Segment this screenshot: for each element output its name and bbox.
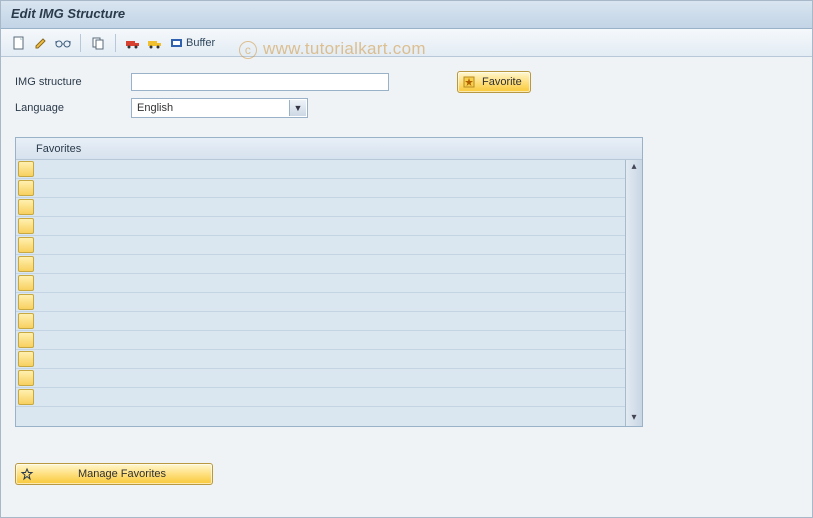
table-row xyxy=(16,160,625,179)
application-toolbar: Buffer xyxy=(1,29,812,57)
row-selector[interactable] xyxy=(18,389,34,405)
row-selector[interactable] xyxy=(18,218,34,234)
favorite-button-label: Favorite xyxy=(482,76,522,88)
favorite-button[interactable]: Favorite xyxy=(457,71,531,93)
row-selector[interactable] xyxy=(18,199,34,215)
row-selector[interactable] xyxy=(18,332,34,348)
row-selector[interactable] xyxy=(18,313,34,329)
img-structure-input[interactable] xyxy=(131,73,389,91)
toolbar-separator xyxy=(115,34,116,52)
buffer-label: Buffer xyxy=(184,37,215,49)
glasses-icon[interactable] xyxy=(53,33,73,53)
toolbar-separator xyxy=(80,34,81,52)
transport-red-icon[interactable] xyxy=(123,33,143,53)
favorites-scrollbar[interactable]: ▴ ▾ xyxy=(625,160,642,426)
dropdown-arrow-icon: ▼ xyxy=(289,100,306,116)
row-selector[interactable] xyxy=(18,180,34,196)
row-selector[interactable] xyxy=(18,256,34,272)
table-row xyxy=(16,312,625,331)
row-selector[interactable] xyxy=(18,370,34,386)
table-row xyxy=(16,293,625,312)
form-area: IMG structure Favorite Language English … xyxy=(1,57,812,129)
language-select[interactable]: English ▼ xyxy=(131,98,308,118)
favorites-header: Favorites xyxy=(16,138,642,160)
table-row xyxy=(16,236,625,255)
language-label: Language xyxy=(15,102,131,114)
window-title: Edit IMG Structure xyxy=(1,1,812,29)
manage-favorites-button[interactable]: Manage Favorites xyxy=(15,463,213,485)
scroll-up-icon[interactable]: ▴ xyxy=(627,160,642,175)
copy-icon[interactable] xyxy=(88,33,108,53)
scroll-down-icon[interactable]: ▾ xyxy=(627,411,642,426)
favorites-list xyxy=(16,160,625,426)
row-selector[interactable] xyxy=(18,237,34,253)
row-selector[interactable] xyxy=(18,161,34,177)
table-row xyxy=(16,274,625,293)
table-row xyxy=(16,198,625,217)
transport-yellow-icon[interactable] xyxy=(145,33,165,53)
pencil-icon[interactable] xyxy=(31,33,51,53)
row-selector[interactable] xyxy=(18,351,34,367)
buffer-button[interactable]: Buffer xyxy=(167,33,218,53)
row-selector[interactable] xyxy=(18,275,34,291)
language-value: English xyxy=(137,102,173,114)
table-row xyxy=(16,255,625,274)
new-doc-icon[interactable] xyxy=(9,33,29,53)
table-row xyxy=(16,331,625,350)
table-row xyxy=(16,217,625,236)
table-row xyxy=(16,388,625,407)
table-row xyxy=(16,179,625,198)
table-row xyxy=(16,369,625,388)
favorites-panel: Favorites ▴ ▾ xyxy=(15,137,643,427)
img-structure-label: IMG structure xyxy=(15,76,131,88)
row-selector[interactable] xyxy=(18,294,34,310)
manage-favorites-label: Manage Favorites xyxy=(40,468,204,480)
table-row xyxy=(16,350,625,369)
